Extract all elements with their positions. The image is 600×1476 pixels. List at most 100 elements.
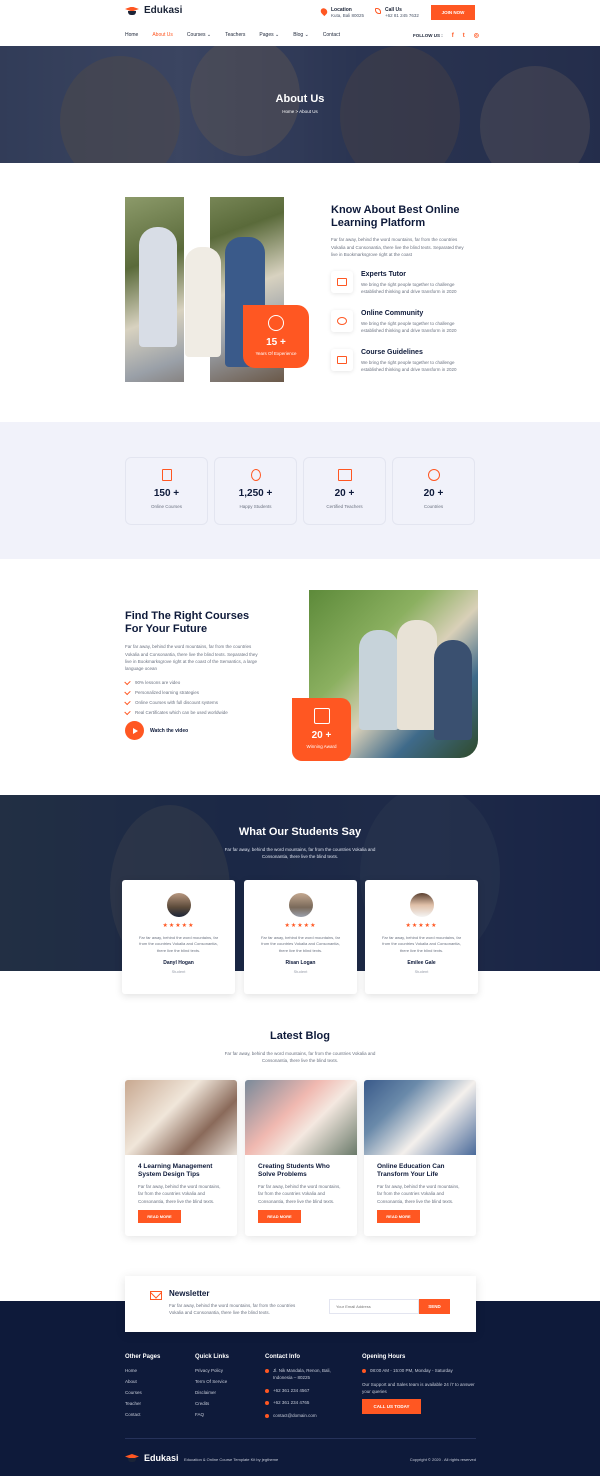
footer-link[interactable]: Contact <box>125 1412 160 1417</box>
award-icon <box>268 315 284 331</box>
guidelines-icon <box>331 349 353 371</box>
read-more-button[interactable]: READ MORE <box>258 1210 301 1223</box>
stat-number: 20 + <box>423 488 444 499</box>
teachers-icon <box>337 469 352 481</box>
testimonial-quote: Far far away, behind the word mountains,… <box>381 935 462 953</box>
footer-link[interactable]: FAQ <box>195 1412 229 1417</box>
blog-card[interactable]: Online Education Can Transform Your Life… <box>364 1080 476 1236</box>
location-pin-icon <box>319 6 329 17</box>
feature-title: Course Guidelines <box>361 349 423 356</box>
check-icon <box>124 708 131 715</box>
nav-contact[interactable]: Contact <box>323 32 340 38</box>
instagram-icon[interactable]: ◎ <box>474 32 479 39</box>
newsletter-email-input[interactable] <box>329 1299 419 1314</box>
footer-contact-info: Contact Info Jl. Nik Mandala, Renon, Bal… <box>265 1354 345 1426</box>
award-number: 20 + <box>311 730 332 741</box>
twitter-icon[interactable]: t <box>463 33 465 39</box>
courses-title-line1: Find The Right Courses <box>125 610 250 622</box>
footer-link[interactable]: About <box>125 1379 160 1384</box>
blog-title: Latest Blog <box>270 1030 330 1042</box>
check-item: Real Certificates which can be used worl… <box>124 708 275 715</box>
follow-us: FOLLOW US : f t ◎ <box>413 32 479 40</box>
footer-tagline: Education & Online Course Template Kit b… <box>184 1457 279 1462</box>
blog-image[interactable] <box>364 1080 476 1155</box>
brand-name: Edukasi <box>144 5 183 16</box>
blog-post-text: Far far away, behind the word mountains,… <box>138 1184 221 1204</box>
student-figure <box>185 247 221 357</box>
nav-teachers[interactable]: Teachers <box>225 32 245 38</box>
blog-post-title[interactable]: Online Education Can Transform Your Life <box>377 1163 463 1179</box>
testimonial-role: Student <box>293 969 308 975</box>
testimonial-card: ★★★★★ Far far away, behind the word moun… <box>122 880 235 994</box>
award-label: Winning Award <box>306 744 337 749</box>
nav-courses[interactable]: Courses ⌄ <box>187 32 211 38</box>
community-icon <box>331 310 353 332</box>
breadcrumb[interactable]: Home > About Us <box>0 109 600 114</box>
footer-heading: Other Pages <box>125 1354 161 1360</box>
follow-label: FOLLOW US : <box>413 33 443 38</box>
blog-image[interactable] <box>125 1080 237 1155</box>
newsletter-send-button[interactable]: SEND <box>419 1299 450 1314</box>
blog-text: Far far away, behind the word mountains,… <box>224 1051 376 1064</box>
footer-opening-hours: Opening Hours 08:00 AM - 15:00 PM, Monda… <box>362 1354 476 1415</box>
stat-label: Certified Teachers <box>326 504 363 509</box>
student-figure <box>139 227 177 347</box>
check-icon <box>124 698 131 705</box>
blog-card[interactable]: Creating Students Who Solve Problems Far… <box>245 1080 357 1236</box>
watch-video[interactable]: Watch the video <box>125 721 275 741</box>
blog-image[interactable] <box>245 1080 357 1155</box>
nav-home[interactable]: Home <box>125 32 138 38</box>
footer-quick-links: Quick Links Privacy Policy Term Of Servi… <box>195 1354 229 1423</box>
feature-title: Online Community <box>361 310 424 317</box>
footer-link[interactable]: Credits <box>195 1401 229 1406</box>
experience-label: Years Of Experience <box>255 351 297 356</box>
testimonials-title: What Our Students Say <box>238 826 362 838</box>
site-header: Edukasi Location Kuta, Bali 80025 Call Us… <box>0 0 600 46</box>
phone-item: +62 361 234 4765 <box>265 1400 345 1407</box>
read-more-button[interactable]: READ MORE <box>138 1210 181 1223</box>
join-now-button[interactable]: JOIN NOW <box>431 5 475 20</box>
stat-countries: 20 + Countries <box>392 457 475 525</box>
rating-stars: ★★★★★ <box>162 923 195 929</box>
about-content: Know About Best Online Learning Platform… <box>331 204 481 258</box>
footer-link[interactable]: Teacher <box>125 1401 160 1406</box>
about-text: Far far away, behind the word mountains,… <box>331 237 464 257</box>
feature-experts-tutor: Experts Tutor We bring the right people t… <box>331 271 471 295</box>
feature-course-guidelines: Course Guidelines We bring the right peop… <box>331 349 471 373</box>
footer-logo[interactable]: Edukasi <box>125 1453 179 1463</box>
experience-number: 15 + <box>266 337 286 348</box>
page-hero: About Us Home > About Us <box>0 46 600 163</box>
student-figure <box>397 620 437 730</box>
footer-link[interactable]: Home <box>125 1368 160 1373</box>
courses-content: Find The Right Courses For Your Future F… <box>124 610 275 741</box>
student-icon <box>250 469 261 481</box>
nav-about-us[interactable]: About Us <box>152 32 173 38</box>
email-item: contact@domain.com <box>265 1413 345 1420</box>
stat-label: Online Courses <box>150 504 182 509</box>
location-value: Kuta, Bali 80025 <box>331 13 365 18</box>
blog-post-text: Far far away, behind the word mountains,… <box>258 1184 341 1204</box>
footer-link[interactable]: Disclaimer <box>195 1390 229 1395</box>
play-icon[interactable] <box>125 721 144 741</box>
testimonial-card: ★★★★★ Far far away, behind the word moun… <box>365 880 478 994</box>
footer-heading: Contact Info <box>265 1354 300 1360</box>
nav-pages[interactable]: Pages ⌄ <box>259 32 279 38</box>
blog-card[interactable]: 4 Learning Management System Design Tips… <box>125 1080 237 1236</box>
phone-item: +62 361 234 4567 <box>265 1388 345 1395</box>
call-us-button[interactable]: CALL US TODAY <box>362 1399 421 1415</box>
nav-blog[interactable]: Blog ⌄ <box>293 32 309 38</box>
avatar <box>166 893 191 917</box>
facebook-icon[interactable]: f <box>452 33 454 39</box>
tutor-icon <box>331 271 353 293</box>
blog-post-title[interactable]: 4 Learning Management System Design Tips <box>138 1163 224 1179</box>
footer-link[interactable]: Term Of Service <box>195 1379 229 1384</box>
phone-icon <box>265 1401 269 1406</box>
stat-label: Happy Students <box>239 504 272 509</box>
blog-post-title[interactable]: Creating Students Who Solve Problems <box>258 1163 344 1179</box>
experience-badge: 15 + Years Of Experience <box>243 305 309 368</box>
read-more-button[interactable]: READ MORE <box>377 1210 420 1223</box>
watch-video-label[interactable]: Watch the video <box>150 728 188 734</box>
footer-link[interactable]: Privacy Policy <box>195 1368 229 1373</box>
brand-logo[interactable]: Edukasi <box>125 5 182 16</box>
footer-link[interactable]: Courses <box>125 1390 160 1395</box>
